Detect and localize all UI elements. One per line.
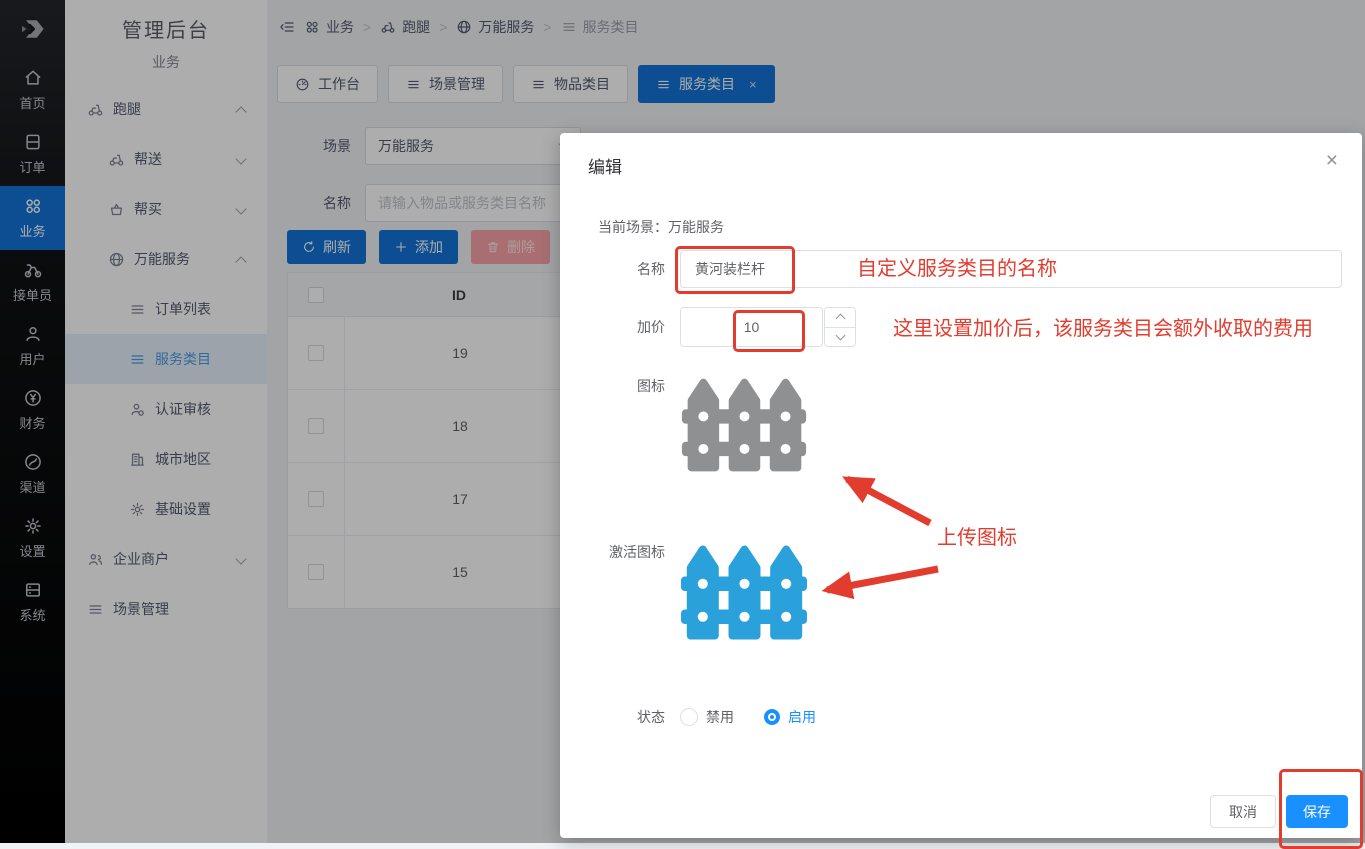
- cancel-button[interactable]: 取消: [1210, 795, 1276, 828]
- current-scene-label: 当前场景：: [598, 219, 668, 235]
- name-form-row: 名称: [580, 250, 1342, 288]
- number-stepper: [824, 307, 856, 347]
- markup-annotation: 这里设置加价后，该服务类目会额外收取的费用: [893, 312, 1313, 341]
- status-disabled-radio[interactable]: [680, 708, 698, 726]
- markup-field-label: 加价: [580, 317, 665, 337]
- active-icon-field-label: 激活图标: [565, 542, 665, 562]
- stepper-down-button[interactable]: [825, 328, 855, 347]
- close-icon[interactable]: ×: [1326, 149, 1338, 173]
- save-button[interactable]: 保存: [1286, 795, 1348, 828]
- dialog-footer: 取消 保存: [1210, 795, 1348, 828]
- arrow-to-blue-icon: [827, 569, 938, 590]
- arrow-to-gray-icon: [847, 479, 930, 523]
- status-form-row: 状态 禁用 启用: [580, 707, 816, 727]
- current-scene-value: 万能服务: [668, 219, 724, 235]
- category-name-input[interactable]: [680, 250, 1342, 288]
- category-icon-upload[interactable]: [680, 372, 808, 479]
- current-scene: 当前场景：万能服务: [598, 217, 724, 237]
- icon-field-label: 图标: [565, 376, 665, 396]
- markup-price-input[interactable]: [680, 307, 823, 347]
- category-active-icon-upload[interactable]: [680, 538, 808, 648]
- status-disabled-label: 禁用: [706, 707, 734, 727]
- upload-annotation: 上传图标: [937, 521, 1017, 550]
- name-field-label: 名称: [580, 259, 665, 279]
- edit-dialog: 编辑 × 当前场景：万能服务 名称 加价 图标 激活图标 状态 禁用 启用 取消…: [560, 133, 1362, 838]
- annotation-arrows: [560, 133, 1362, 838]
- fence-icon: [680, 372, 808, 479]
- fence-icon: [680, 538, 808, 648]
- status-enabled-label: 启用: [788, 707, 816, 727]
- markup-form-row: 加价: [580, 307, 856, 347]
- status-field-label: 状态: [580, 707, 665, 727]
- chevron-up-icon: [835, 314, 845, 324]
- status-enabled-radio[interactable]: [764, 709, 780, 725]
- dialog-title: 编辑: [588, 153, 622, 178]
- chevron-down-icon: [835, 330, 845, 340]
- stepper-up-button[interactable]: [825, 308, 855, 328]
